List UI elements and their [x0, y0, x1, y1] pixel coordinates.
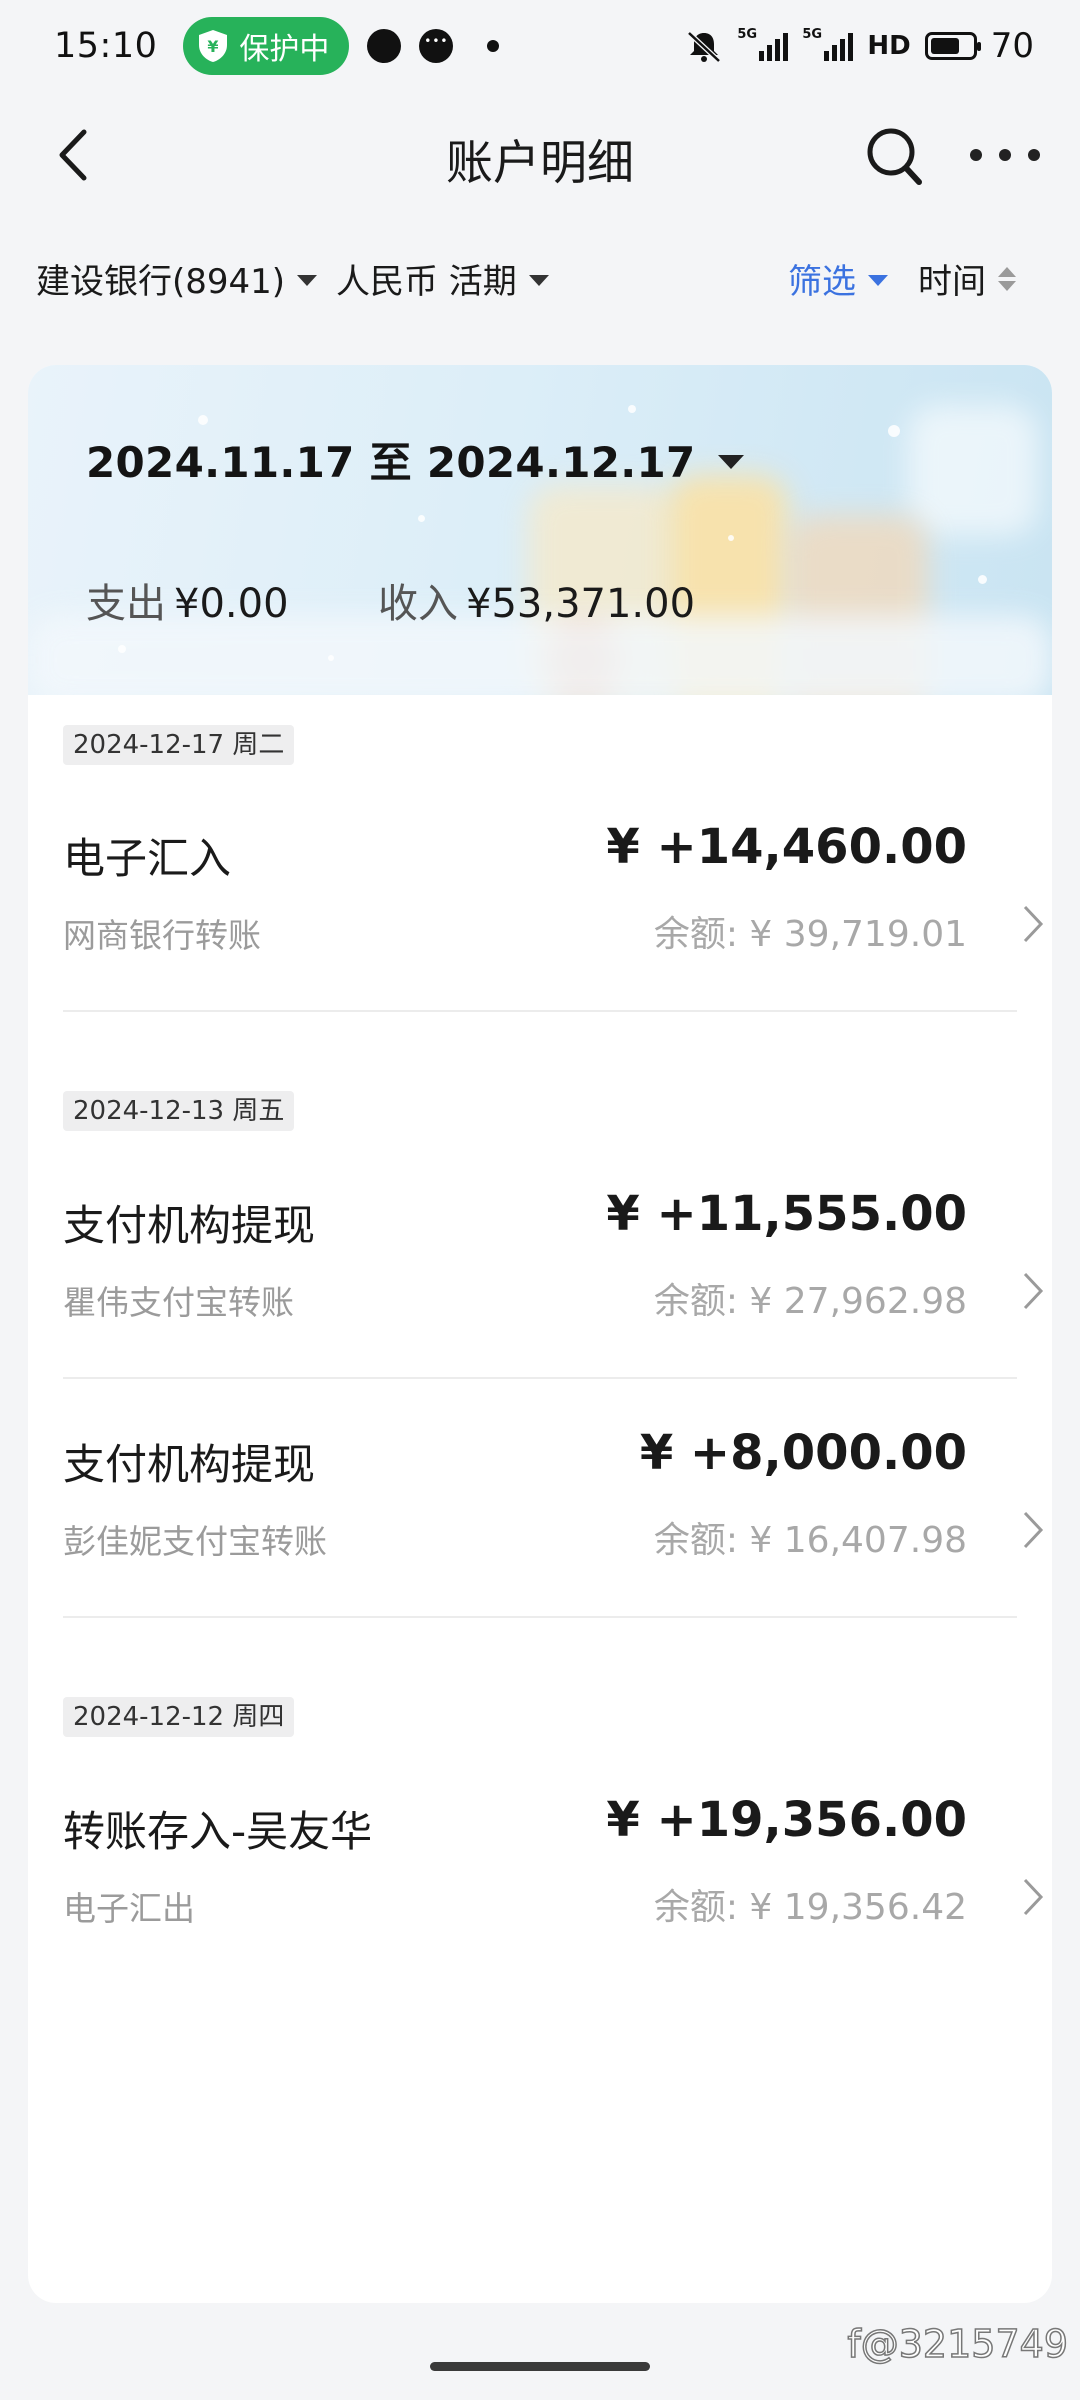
- transaction-balance: 余额: ¥ 39,719.01: [653, 914, 967, 955]
- transaction-subtitle: 电子汇出: [63, 1889, 195, 1928]
- transaction-subtitle: 瞿伟支付宝转账: [63, 1283, 294, 1322]
- notification-app-icon: [367, 29, 402, 63]
- transaction-balance: 余额: ¥ 27,962.98: [653, 1281, 967, 1322]
- account-label: 建设银行(8941): [36, 262, 286, 302]
- transaction-amount: ¥ +19,356.00: [606, 1792, 967, 1848]
- time-sort-button[interactable]: 时间: [918, 254, 1016, 303]
- battery-level: 70: [990, 26, 1034, 66]
- watermark: f@3215749: [847, 2321, 1069, 2367]
- divider: [63, 1616, 1017, 1618]
- transaction-title: 电子汇入: [63, 834, 232, 883]
- account-selector[interactable]: 建设银行(8941): [36, 254, 318, 303]
- transaction-title: 支付机构提现: [63, 1201, 316, 1250]
- filter-bar: 建设银行(8941) 人民币 活期 筛选 时间: [0, 246, 1080, 308]
- income-label: 收入: [378, 581, 458, 627]
- navigation-bar: 账户明细: [0, 100, 1080, 210]
- chevron-down-icon: [297, 275, 318, 286]
- transaction-title: 转账存入-吴友华: [63, 1807, 373, 1856]
- transaction-subtitle: 网商银行转账: [63, 916, 261, 955]
- transaction-amount: ¥ +14,460.00: [606, 819, 967, 875]
- chevron-down-icon: [528, 275, 549, 286]
- more-notifications-dot-icon: [487, 40, 500, 52]
- protection-badge[interactable]: ¥ 保护中: [183, 17, 350, 75]
- transaction-title: 支付机构提现: [63, 1440, 316, 1489]
- hd-voice-label: HD: [867, 31, 911, 61]
- svg-text:¥: ¥: [208, 37, 219, 56]
- income-value: ¥53,371.00: [466, 581, 696, 627]
- signal-strength-icon-1: 5G: [737, 27, 789, 61]
- message-bubble-icon: [419, 29, 454, 63]
- summary-banner: 2024.11.17 至 2024.12.17 支出 ¥0.00 收入 ¥53,37…: [28, 365, 1052, 695]
- transaction-row[interactable]: 转账存入-吴友华 电子汇出 ¥ +19,356.00 余额: ¥ 19,356.…: [63, 1792, 1047, 1958]
- signal-strength-icon-2: 5G: [802, 27, 854, 61]
- date-range-label: 2024.11.17 至 2024.12.17: [86, 438, 696, 487]
- filter-label: 筛选: [788, 262, 856, 302]
- chevron-down-icon: [717, 454, 744, 469]
- expense-value: ¥0.00: [174, 581, 289, 627]
- status-time: 15:10: [54, 26, 158, 66]
- date-range-selector[interactable]: 2024.11.17 至 2024.12.17: [86, 429, 744, 490]
- transaction-amount: ¥ +11,555.00: [606, 1186, 967, 1242]
- currency-label: 人民币 活期: [336, 262, 517, 302]
- statement-card: 2024.11.17 至 2024.12.17 支出 ¥0.00 收入 ¥53,37…: [28, 365, 1052, 2303]
- divider: [63, 1377, 1017, 1379]
- transaction-amount: ¥ +8,000.00: [639, 1425, 967, 1481]
- expense-summary: 支出 ¥0.00: [86, 571, 289, 629]
- home-indicator[interactable]: [430, 2362, 650, 2371]
- date-header: 2024-12-13 周五: [63, 1091, 295, 1131]
- chevron-right-icon: [1023, 905, 1044, 943]
- status-bar: 15:10 ¥ 保护中 5G 5G HD 70: [0, 0, 1080, 92]
- chevron-right-icon: [1023, 1878, 1044, 1916]
- chevron-right-icon: [1023, 1511, 1044, 1549]
- battery-icon: [924, 32, 981, 60]
- sort-label: 时间: [918, 262, 986, 302]
- filter-button[interactable]: 筛选: [788, 254, 888, 303]
- chevron-down-icon: [868, 275, 888, 286]
- date-header: 2024-12-17 周二: [63, 725, 295, 765]
- more-dots-icon[interactable]: [970, 130, 1040, 180]
- income-summary: 收入 ¥53,371.00: [378, 571, 695, 629]
- search-icon[interactable]: [862, 122, 926, 188]
- shield-icon: ¥: [199, 30, 228, 62]
- transaction-row[interactable]: 支付机构提现 彭佳妮支付宝转账 ¥ +8,000.00 余额: ¥ 16,407…: [63, 1425, 1047, 1591]
- date-header: 2024-12-12 周四: [63, 1697, 295, 1737]
- transaction-row[interactable]: 电子汇入 网商银行转账 ¥ +14,460.00 余额: ¥ 39,719.01: [63, 819, 1047, 985]
- transaction-balance: 余额: ¥ 16,407.98: [653, 1520, 967, 1561]
- sort-arrows-icon: [998, 266, 1016, 291]
- protection-label: 保护中: [239, 32, 330, 67]
- muted-bell-icon: [687, 31, 722, 63]
- transaction-subtitle: 彭佳妮支付宝转账: [63, 1522, 327, 1561]
- chevron-right-icon: [1023, 1272, 1044, 1310]
- transaction-balance: 余额: ¥ 19,356.42: [653, 1887, 967, 1928]
- currency-selector[interactable]: 人民币 活期: [336, 254, 549, 303]
- expense-label: 支出: [86, 581, 166, 627]
- transaction-row[interactable]: 支付机构提现 瞿伟支付宝转账 ¥ +11,555.00 余额: ¥ 27,962…: [63, 1186, 1047, 1352]
- divider: [63, 1010, 1017, 1012]
